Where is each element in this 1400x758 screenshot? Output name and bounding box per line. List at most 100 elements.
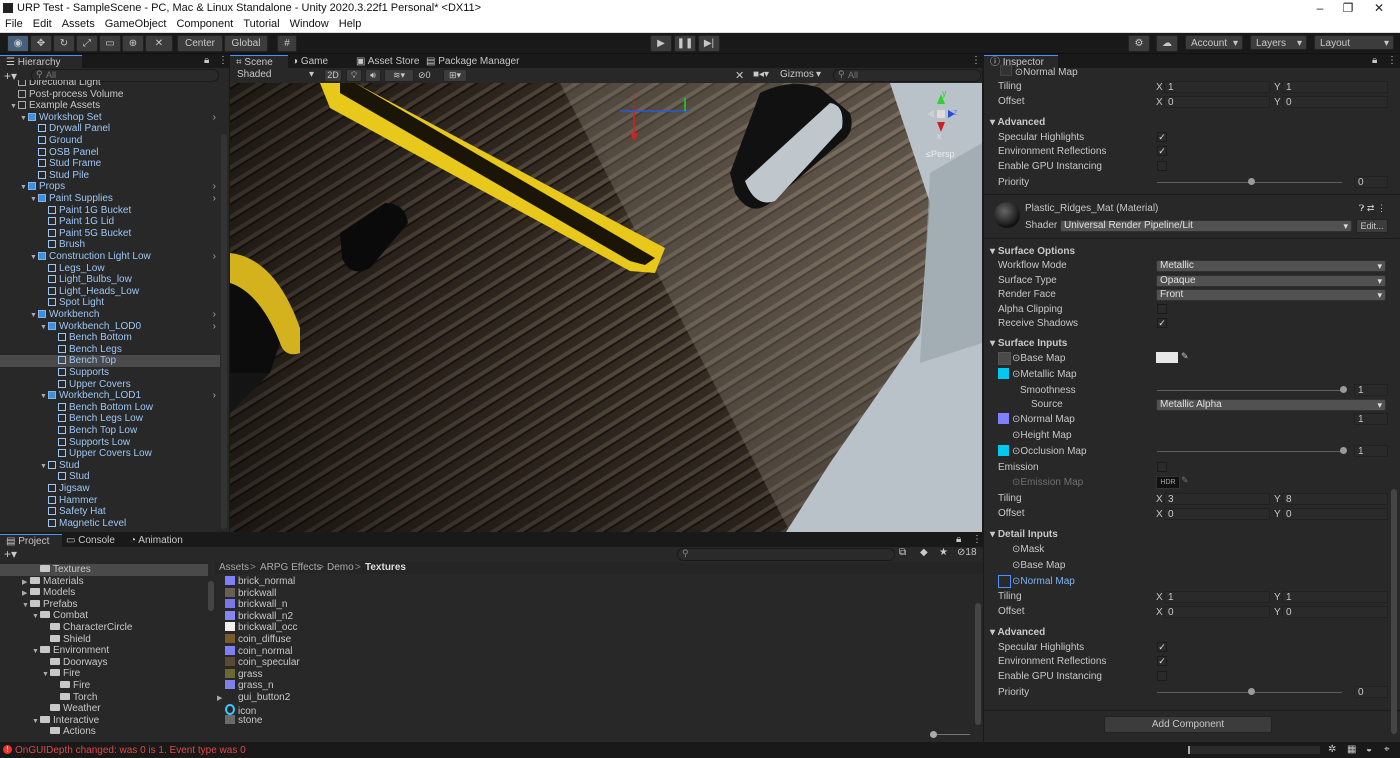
filter-type-icon[interactable]: ⧉ (899, 547, 906, 558)
hierarchy-item[interactable]: Legs_Low (0, 263, 220, 275)
hierarchy-item[interactable]: Drywall Panel (0, 123, 220, 135)
asset-item[interactable]: brickwall_n2 (215, 610, 965, 623)
surface-type-dropdown[interactable]: Opaque (1156, 275, 1386, 287)
smoothness-knob[interactable] (1340, 386, 1347, 393)
alpha-clipping-checkbox[interactable] (1157, 304, 1167, 314)
shading-mode-dropdown[interactable]: Shaded (232, 69, 318, 82)
occlusion-field[interactable]: 1 (1354, 445, 1388, 457)
hierarchy-scrollbar[interactable] (221, 134, 227, 529)
filter-label-icon[interactable]: ◆ (920, 547, 928, 558)
audio-icon[interactable]: 🔊︎ (365, 69, 381, 82)
di-offset-y-field[interactable]: 0 (1282, 606, 1388, 618)
shader-edit-button[interactable]: Edit... (1356, 219, 1388, 233)
lock-icon[interactable]: 🔒︎ (204, 55, 209, 66)
folder-tree-item[interactable]: ▼ Environment (0, 645, 208, 657)
di-tiling-y-field[interactable]: 1 (1282, 591, 1388, 603)
asset-item[interactable]: icon (215, 703, 965, 717)
si-offset-y-field[interactable]: 0 (1282, 508, 1388, 520)
menu-component[interactable]: Component (171, 17, 238, 30)
shader-dropdown[interactable]: Universal Render Pipeline/Lit (1060, 220, 1352, 232)
scene-search-input[interactable]: ⚲ All (833, 69, 981, 82)
project-tree-scrollbar[interactable] (208, 581, 214, 611)
folder-tree-item[interactable]: Doorways (0, 657, 208, 669)
hierarchy-item[interactable]: Upper Covers Low (0, 448, 220, 460)
hierarchy-item[interactable]: Safety Hat (0, 506, 220, 518)
tab-game[interactable]: ◑ Game (286, 55, 334, 68)
open-prefab-icon[interactable]: › (213, 309, 216, 321)
collab-status-icon[interactable]: ⌖ (1384, 744, 1390, 755)
breadcrumb-textures[interactable]: Textures (365, 562, 406, 574)
hierarchy-item[interactable]: Bench Top Low (0, 425, 220, 437)
tab-scene[interactable]: ⌗ Scene (230, 55, 288, 69)
close-icon[interactable]: ✕ (1364, 1, 1394, 15)
asset-item[interactable]: grass_n (215, 680, 965, 692)
open-prefab-icon[interactable]: › (213, 321, 216, 333)
pivot-center-button[interactable]: Center (177, 35, 223, 52)
hierarchy-item[interactable]: ▼ Workshop Set › (0, 112, 220, 124)
folder-tree-item[interactable]: Textures (0, 564, 208, 576)
asset-item[interactable]: ▶ gui_button2 (215, 692, 965, 704)
detail-normal-map-slot[interactable] (998, 575, 1011, 588)
top-tiling-y-field[interactable]: 1 (1282, 81, 1388, 93)
folder-tree-item[interactable]: ▶ Models (0, 587, 208, 599)
hierarchy-item[interactable]: ▼ Construction Light Low › (0, 251, 220, 263)
asset-item[interactable]: brickwall (215, 587, 965, 600)
add-component-button[interactable]: Add Component (1104, 716, 1272, 733)
hierarchy-item[interactable]: Light_Bulbs_low (0, 274, 220, 286)
priority-knob[interactable] (1248, 688, 1255, 695)
open-prefab-icon[interactable]: › (213, 390, 216, 402)
tab-asset-store[interactable]: ▣ Asset Store (350, 55, 425, 68)
grid-icon[interactable]: ⊞▾ (443, 69, 467, 82)
folder-tree-item[interactable]: CharacterCircle (0, 622, 208, 634)
account-dropdown[interactable]: Account (1185, 35, 1243, 51)
tab-hierarchy[interactable]: ☰ Hierarchy (0, 55, 82, 69)
hierarchy-item[interactable]: Bench Bottom Low (0, 402, 220, 414)
material-help-icon[interactable]: ❓︎ ⇄ ⋮ (1359, 203, 1386, 214)
folder-tree-item[interactable]: Torch (0, 692, 208, 704)
di-tiling-x-field[interactable]: 1 (1164, 591, 1270, 603)
menu-gameobject[interactable]: GameObject (100, 17, 172, 30)
hierarchy-item[interactable]: Bench Top (0, 355, 220, 368)
hierarchy-item[interactable]: Magnetic Level (0, 518, 220, 530)
hierarchy-item[interactable]: Supports (0, 367, 220, 379)
emission-checkbox[interactable] (1157, 462, 1167, 472)
si-offset-x-field[interactable]: 0 (1164, 508, 1270, 520)
hierarchy-item[interactable]: ▼ Workbench › (0, 309, 220, 321)
asset-item[interactable]: brickwall_occ (215, 622, 965, 634)
collab-icon[interactable]: ⚙ (1128, 35, 1150, 52)
top-specular-checkbox[interactable]: ✓ (1157, 132, 1167, 142)
detail-inputs-header[interactable]: ▾ Detail Inputs (990, 528, 1058, 541)
rect-tool-icon[interactable]: ▭ (99, 35, 121, 52)
gpu-inst-checkbox[interactable] (1157, 671, 1167, 681)
inspector-lock-icon[interactable]: 🔒︎ (1372, 55, 1377, 66)
hierarchy-item[interactable]: Paint 1G Bucket (0, 205, 220, 217)
inspector-scrollbar[interactable] (1391, 489, 1397, 734)
hierarchy-item[interactable]: Upper Covers (0, 379, 220, 391)
top-offset-y-field[interactable]: 0 (1282, 96, 1388, 108)
asset-item[interactable]: coin_specular (215, 657, 965, 669)
tab-project[interactable]: ▤ Project (0, 534, 62, 548)
2d-toggle-button[interactable]: 2D (324, 69, 342, 82)
asset-item[interactable]: coin_diffuse (215, 634, 965, 646)
smoothness-slider[interactable] (1157, 390, 1342, 391)
custom-tool-icon[interactable]: ✕ (145, 35, 173, 52)
play-icon[interactable]: ▶ (650, 35, 672, 52)
normal-strength-field[interactable]: 1 (1354, 413, 1388, 425)
top-env-refl-checkbox[interactable]: ✓ (1157, 146, 1167, 156)
orientation-gizmo[interactable]: y z x (924, 88, 958, 142)
occlusion-knob[interactable] (1340, 447, 1347, 454)
folder-tree-item[interactable]: Weather (0, 703, 208, 715)
scene-menu-icon[interactable]: ⋮ (971, 55, 981, 66)
view-tool-icon[interactable]: ◉ (7, 35, 29, 52)
si-tiling-x-field[interactable]: 3 (1164, 493, 1270, 505)
hierarchy-item[interactable]: Spot Light (0, 297, 220, 309)
source-dropdown[interactable]: Metallic Alpha (1156, 399, 1386, 411)
folder-tree-item[interactable]: ▼ Fire (0, 668, 208, 680)
open-prefab-icon[interactable]: › (213, 181, 216, 193)
maximize-icon[interactable]: ❐ (1333, 1, 1363, 15)
emission-hdr-swatch[interactable]: HDR (1156, 476, 1180, 489)
hierarchy-item[interactable]: Stud Pile (0, 170, 220, 182)
surface-inputs-header[interactable]: ▾ Surface Inputs (990, 337, 1067, 350)
camera-icon[interactable]: ■◂▾ (753, 69, 769, 80)
receive-shadows-checkbox[interactable]: ✓ (1157, 318, 1167, 328)
